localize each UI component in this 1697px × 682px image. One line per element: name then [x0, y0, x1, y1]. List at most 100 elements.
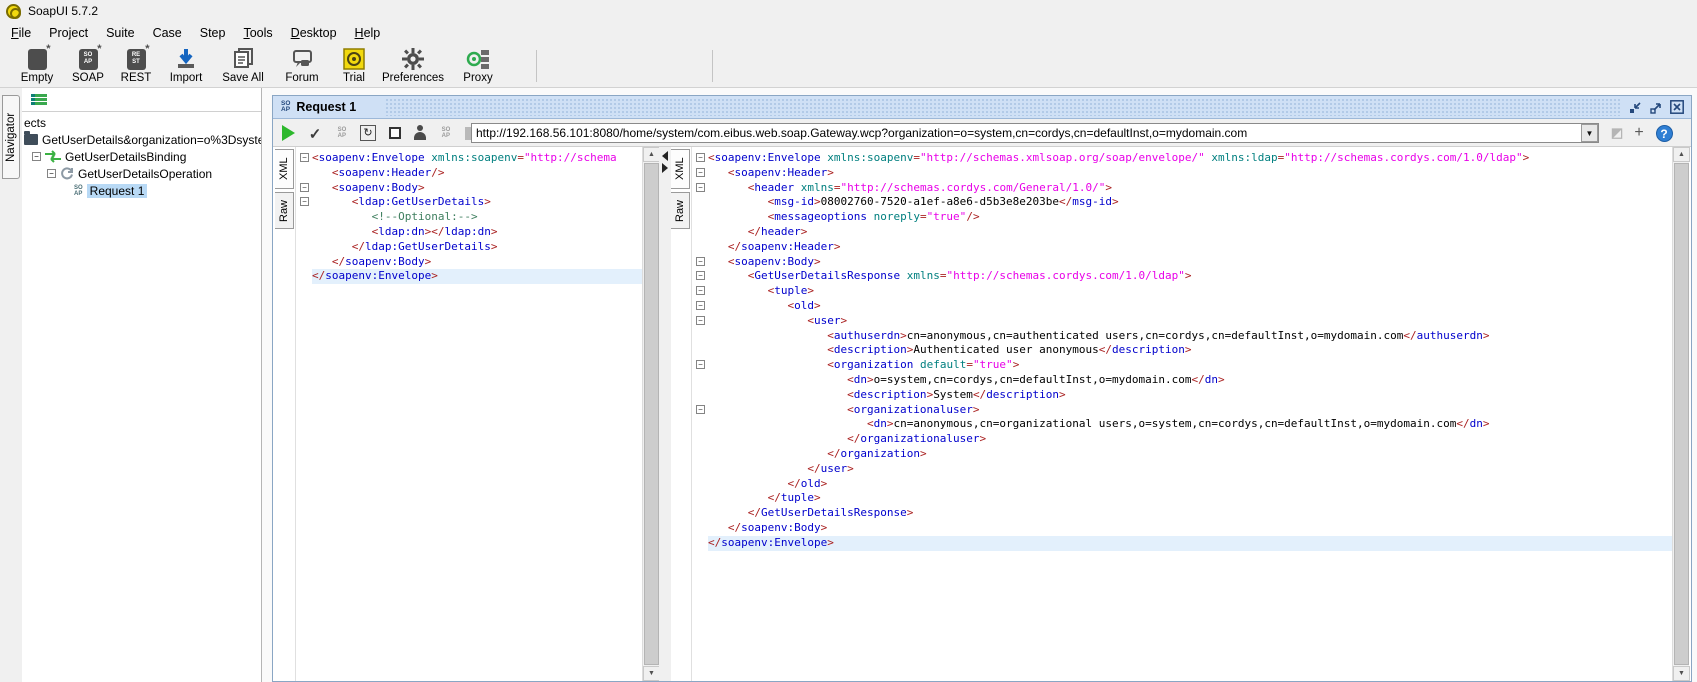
tree-item-request[interactable]: SO AP Request 1 — [74, 182, 148, 199]
menu-item-step[interactable]: Step — [191, 24, 235, 42]
menu-item-help[interactable]: Help — [346, 24, 390, 42]
request-editor-scrollbar[interactable]: ▲ ▼ — [642, 147, 660, 681]
recreate-request-button[interactable]: ↻ — [358, 123, 378, 143]
forum-button[interactable]: Forum — [280, 47, 324, 87]
preferences-button[interactable]: Preferences — [380, 47, 446, 87]
fold-collapse-icon[interactable]: − — [696, 153, 705, 162]
menu-item-project[interactable]: Project — [40, 24, 97, 42]
request-tab-raw[interactable]: Raw — [275, 192, 294, 229]
collapse-expander-icon[interactable]: − — [47, 169, 56, 178]
fold-collapse-icon[interactable]: − — [696, 301, 705, 310]
scroll-up-icon[interactable]: ▲ — [643, 147, 660, 162]
save-all-icon — [216, 47, 270, 71]
window-title: SoapUI 5.7.2 — [28, 4, 99, 18]
request-tab-xml[interactable]: XML — [275, 149, 294, 189]
request-window-content: XML Raw − − − <soapenv:Envelope xmlns:soap… — [273, 147, 1691, 681]
close-window-icon[interactable] — [1669, 99, 1685, 115]
fold-collapse-icon[interactable]: − — [696, 167, 705, 177]
request-editor-pane: XML Raw − − − <soapenv:Envelope xmlns:soap… — [275, 147, 660, 681]
fold-collapse-icon[interactable]: − — [696, 315, 705, 325]
fold-collapse-icon[interactable]: − — [696, 182, 705, 192]
request-xml-editor[interactable]: <soapenv:Envelope xmlns:soapenv="http://… — [312, 147, 642, 681]
response-editor-scrollbar[interactable]: ▲ ▼ — [1672, 147, 1690, 681]
endpoint-url-input[interactable] — [471, 123, 1599, 143]
scrollbar-thumb[interactable] — [1674, 163, 1689, 665]
maximize-window-icon[interactable] — [1648, 99, 1664, 115]
menu-item-suite[interactable]: Suite — [97, 24, 144, 42]
soap-action-button[interactable]: SO AP — [332, 123, 352, 143]
save-all-button[interactable]: Save All — [216, 47, 270, 87]
tree-item-operation[interactable]: − GetUserDetailsOperation — [47, 165, 212, 182]
import-project-button[interactable]: Import — [162, 47, 210, 87]
credentials-button[interactable] — [410, 123, 430, 143]
ws-addressing-button[interactable]: SO AP — [436, 123, 456, 143]
menu-item-file[interactable]: File — [2, 24, 40, 42]
help-button[interactable]: ? — [1654, 123, 1674, 143]
response-editor-pane: XML Raw − − − − − − − − − − <soapenv:Envelope xml… — [671, 147, 1690, 681]
navigator-toolbar — [22, 88, 261, 112]
request-window-title: Request 1 — [296, 100, 357, 114]
response-xml-editor[interactable]: <soapenv:Envelope xmlns:soapenv="http://… — [708, 147, 1672, 681]
fold-collapse-icon[interactable]: − — [696, 256, 705, 266]
tree-item-binding[interactable]: − GetUserDetailsBinding — [32, 148, 186, 165]
binding-icon — [45, 150, 61, 163]
help-icon: ? — [1655, 124, 1673, 142]
empty-square-icon — [389, 127, 401, 139]
soap-gray-icon: SO AP — [337, 127, 347, 139]
scrollbar-thumb[interactable] — [644, 163, 659, 665]
tree-item-projects-root[interactable]: ects — [24, 114, 46, 131]
navigator-tab[interactable]: Navigator — [2, 95, 20, 179]
scroll-down-icon[interactable]: ▼ — [1673, 666, 1690, 681]
rest-file-icon: RE ST * — [126, 43, 150, 70]
navigator-menu-icon[interactable] — [31, 94, 47, 106]
import-icon — [162, 47, 210, 71]
new-empty-project-button[interactable]: * Empty — [14, 43, 60, 87]
fold-collapse-icon[interactable]: − — [696, 286, 705, 296]
response-tab-raw[interactable]: Raw — [671, 192, 690, 229]
collapse-left-icon[interactable] — [662, 151, 668, 161]
selected-tree-label: Request 1 — [86, 183, 148, 198]
preferences-gear-icon — [380, 47, 446, 71]
fold-collapse-icon[interactable]: − — [696, 404, 705, 414]
check-arrow-icon: ✓ — [308, 126, 322, 143]
new-rest-project-button[interactable]: RE ST * REST — [113, 43, 159, 87]
toolbar-separator — [712, 50, 713, 82]
desktop-area: SO AP Request 1 ✓ SO AP ↻ SO AP http://1… — [262, 88, 1697, 682]
tree-item-project[interactable]: GetUserDetails&organization=o%3Dsystem' — [24, 131, 261, 148]
menu-item-case[interactable]: Case — [144, 24, 191, 42]
fold-collapse-icon[interactable]: − — [300, 197, 309, 207]
person-icon — [413, 125, 427, 141]
operation-icon — [61, 167, 73, 180]
navigator-panel: ects GetUserDetails&organization=o%3Dsys… — [22, 88, 262, 682]
add-assertion-button[interactable]: ✓ — [305, 123, 325, 143]
collapse-right-icon[interactable] — [662, 163, 668, 173]
soapui-logo-icon — [6, 3, 21, 19]
proxy-button[interactable]: Proxy — [455, 47, 501, 87]
fold-collapse-icon[interactable]: − — [300, 153, 309, 162]
menu-item-desktop[interactable]: Desktop — [282, 24, 346, 42]
request-window-titlebar[interactable]: SO AP Request 1 — [273, 96, 1691, 119]
request-fold-margin: − − − — [295, 147, 312, 681]
trial-button[interactable]: Trial — [334, 47, 374, 87]
minimize-window-icon[interactable] — [1627, 99, 1643, 115]
edit-endpoint-button[interactable]: ◩ — [1607, 123, 1627, 143]
clear-request-button[interactable] — [385, 123, 405, 143]
collapse-expander-icon[interactable]: − — [32, 152, 41, 161]
add-endpoint-button[interactable]: + — [1629, 123, 1649, 143]
fold-collapse-icon[interactable]: − — [300, 182, 309, 192]
soap-file-icon: SO AP * — [78, 43, 102, 70]
fold-collapse-icon[interactable]: − — [696, 360, 705, 370]
endpoint-dropdown-icon[interactable]: ▼ — [1581, 124, 1598, 142]
request-toolbar: ✓ SOAP ↻ SOAP ▼ ◩ + ? — [273, 119, 1691, 147]
menu-item-tools[interactable]: Tools — [234, 24, 281, 42]
soap-request-icon: SO AP — [281, 99, 291, 113]
fold-collapse-icon[interactable]: − — [696, 271, 705, 281]
scroll-down-icon[interactable]: ▼ — [643, 666, 660, 681]
scroll-up-icon[interactable]: ▲ — [1673, 147, 1690, 162]
editor-splitter[interactable] — [659, 147, 671, 681]
submit-request-button[interactable] — [278, 123, 298, 143]
new-soap-project-button[interactable]: SO AP * SOAP — [65, 43, 111, 87]
plus-icon: + — [1634, 124, 1644, 141]
titlebar-hatch — [385, 98, 1621, 116]
response-tab-xml[interactable]: XML — [671, 149, 690, 189]
